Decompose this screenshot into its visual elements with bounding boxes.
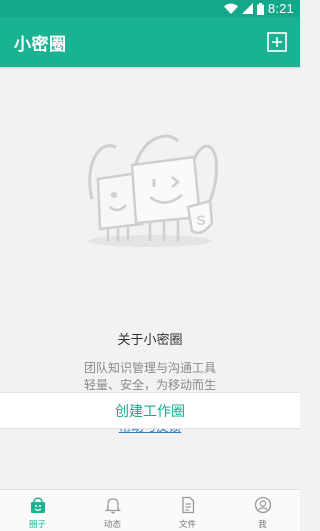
add-button[interactable] (266, 31, 288, 53)
svg-text:S: S (196, 212, 205, 228)
bell-icon (102, 494, 124, 516)
plus-square-icon (267, 32, 287, 52)
empty-state-illustration: S (88, 134, 219, 247)
about-title: 关于小密圈 (117, 333, 183, 348)
nav-label: 动态 (103, 519, 121, 530)
bottom-nav: 圈子 动态 文件 我 (0, 489, 300, 531)
create-workspace-button[interactable]: 创建工作圈 (0, 392, 300, 429)
circle-bag-icon (27, 494, 49, 516)
nav-label: 文件 (178, 519, 196, 530)
nav-item-files[interactable]: 文件 (150, 490, 225, 531)
nav-item-circles[interactable]: 圈子 (0, 490, 75, 531)
battery-icon (256, 2, 264, 15)
description-line-1: 团队知识管理与沟通工具 (83, 361, 216, 375)
document-icon (177, 494, 199, 516)
nav-label: 我 (258, 519, 267, 530)
nav-item-activity[interactable]: 动态 (75, 490, 150, 531)
status-bar: 8:21 (0, 0, 300, 17)
nav-item-me[interactable]: 我 (225, 490, 300, 531)
nav-label: 圈子 (28, 519, 46, 530)
signal-icon (241, 3, 253, 14)
description: 团队知识管理与沟通工具 轻量、安全，为移动而生 (0, 360, 300, 394)
wifi-icon (223, 3, 238, 14)
user-icon (252, 494, 274, 516)
app-title: 小密圈 (14, 34, 67, 55)
status-time: 8:21 (267, 1, 294, 16)
app-bar: 小密圈 (0, 17, 300, 67)
